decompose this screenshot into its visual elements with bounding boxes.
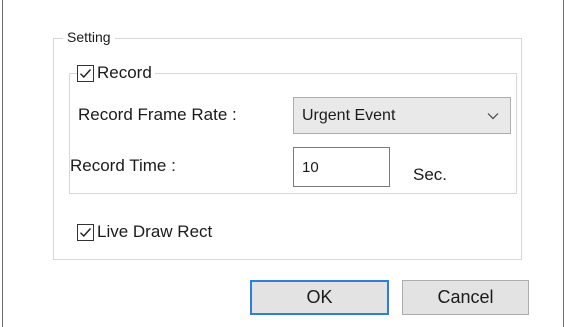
- record-time-label: Record Time :: [70, 156, 176, 175]
- record-label: Record: [97, 63, 152, 82]
- record-frame-rate-select[interactable]: Urgent Event: [293, 97, 511, 134]
- live-draw-rect-checkbox-row[interactable]: Live Draw Rect: [77, 221, 216, 243]
- record-frame-rate-label: Record Frame Rate :: [78, 105, 237, 124]
- check-icon: [80, 68, 92, 78]
- record-checkbox[interactable]: [77, 64, 94, 82]
- cancel-button[interactable]: Cancel: [402, 280, 529, 315]
- live-draw-rect-checkbox[interactable]: [77, 223, 94, 241]
- record-time-input[interactable]: [293, 147, 390, 187]
- record-frame-rate-value: Urgent Event: [302, 106, 396, 124]
- ok-button[interactable]: OK: [250, 280, 389, 315]
- record-time-unit: Sec.: [413, 165, 448, 184]
- record-checkbox-row[interactable]: Record: [77, 62, 155, 84]
- dialog-window: Setting Record Record Frame Rate : Urgen…: [2, 0, 564, 327]
- setting-group-title: Setting: [63, 27, 115, 47]
- check-icon: [80, 227, 92, 237]
- chevron-down-icon: [487, 113, 499, 120]
- live-draw-rect-label: Live Draw Rect: [97, 222, 213, 241]
